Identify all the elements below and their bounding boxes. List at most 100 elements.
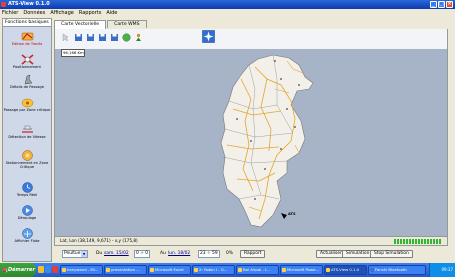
progress-segment: [430, 239, 432, 244]
export-icon[interactable]: [98, 33, 107, 42]
sidebar-item-label: Stationnement en Zone Critique: [5, 161, 49, 169]
stop-simulation-button[interactable]: Stop Simulation: [370, 250, 413, 258]
menu-bar: Fichier Données Affichage Rapports Aide: [0, 9, 455, 17]
menu-donnees[interactable]: Données: [23, 9, 45, 17]
menu-aide[interactable]: Aide: [106, 9, 117, 17]
quicklaunch-media-icon[interactable]: [52, 266, 58, 273]
map-canvas[interactable]: 96,166 Km ATS: [54, 49, 448, 236]
task-label: Bal Airpal - I...: [243, 267, 270, 272]
progress-segment: [427, 239, 429, 244]
progress-segment: [433, 239, 435, 244]
task-icon: [194, 268, 198, 272]
task-item[interactable]: X: Robin I - G...: [192, 265, 235, 275]
sidebar-item-deroulage[interactable]: Déroulage: [3, 205, 51, 220]
to-date: lun. 18/02: [168, 251, 191, 256]
task-item[interactable]: Bal Airpal - I...: [236, 265, 279, 275]
save-as-icon[interactable]: [86, 33, 95, 42]
tab-carte-vectorielle[interactable]: Carte Vectorielle: [54, 20, 107, 29]
clock[interactable]: 09:37: [441, 267, 453, 272]
progress-segment: [415, 239, 417, 244]
to-label: Au: [160, 251, 166, 256]
task-icon: [150, 268, 154, 272]
task-item[interactable]: Fenshi Bluetooth: [368, 265, 426, 275]
simulation-bar: Peultue ▼ Du sam. 15/02 0 ÷ 0 Au lun. 18…: [54, 249, 448, 260]
menu-rapports[interactable]: Rapports: [79, 9, 101, 17]
route-edit-icon: [21, 32, 33, 41]
vehicle-select-value: Peultue: [64, 251, 81, 256]
to-time-spinner[interactable]: 23 ÷ 59: [198, 250, 220, 258]
task-icon: [238, 268, 242, 272]
app-icon: [1, 2, 6, 7]
task-icon: [326, 268, 330, 272]
sidebar-item-label: Affichier Flote: [14, 239, 40, 243]
taskbar: Démarrer hanywand - Mi... presentation .…: [0, 263, 455, 277]
start-button[interactable]: Démarrer: [0, 263, 36, 277]
minimize-button[interactable]: _: [430, 1, 437, 8]
sidebar-item-label: Déroulage: [17, 216, 37, 220]
functions-tabstrip: Fonctions basiques: [0, 17, 52, 26]
system-tray: 09:37: [429, 263, 455, 277]
to-date-picker[interactable]: lun. 18/02: [168, 251, 190, 257]
task-item[interactable]: hanywand - Mi...: [60, 265, 103, 275]
globe-icon[interactable]: [122, 33, 131, 42]
sidebar-item-temps-reel[interactable]: Temps Réel: [3, 182, 51, 197]
vehicle-marker[interactable]: [281, 213, 287, 219]
progress-segment: [403, 239, 405, 244]
sidebar-item-label: Détails de Passage: [10, 85, 44, 89]
sidebar-item-affichier-flote[interactable]: Affichier Flote: [3, 228, 51, 243]
maximize-button[interactable]: □: [438, 1, 445, 8]
task-item[interactable]: Microsoft Excel: [148, 265, 191, 275]
select-tool-icon[interactable]: [61, 33, 70, 42]
task-item[interactable]: presentation ...: [104, 265, 147, 275]
sidebar-item-details-passage[interactable]: Détails de Passage: [3, 74, 51, 89]
progress-segment: [421, 239, 423, 244]
parking-icon: [21, 150, 33, 161]
passage-details-icon: [24, 74, 32, 85]
progress-segment: [418, 239, 420, 244]
task-icon: [62, 268, 66, 272]
progress-segment: [406, 239, 408, 244]
playback-icon: [21, 205, 33, 216]
from-date-picker[interactable]: sam. 15/02: [104, 251, 129, 257]
tunisia-map: [220, 54, 314, 228]
task-label: presentation ...: [111, 267, 140, 272]
task-item-active[interactable]: ATS-View 0.1.0: [324, 265, 367, 275]
percent-readout: 0%: [226, 251, 233, 256]
from-time-spinner[interactable]: 0 ÷ 0: [134, 250, 151, 258]
sidebar-item-stationnement[interactable]: Stationnement en Zone Critique: [3, 150, 51, 169]
tab-carte-wms[interactable]: Carte WMS: [107, 20, 147, 28]
task-item[interactable]: Microsoft Powe...: [280, 265, 323, 275]
sidebar-item-detection-vitesse[interactable]: Détection de Vitesse: [3, 124, 51, 139]
person-icon[interactable]: [134, 33, 143, 42]
vehicle-label: ATS: [288, 212, 296, 216]
print-icon[interactable]: [110, 33, 119, 42]
close-button[interactable]: ×: [446, 1, 453, 8]
progress-segment: [409, 239, 411, 244]
map-toolbar: [54, 29, 448, 49]
quicklaunch-ie-icon[interactable]: [45, 266, 51, 273]
save-icon[interactable]: [74, 33, 83, 42]
sidebar-item-edition-traces[interactable]: Edition de Tracés: [3, 31, 51, 46]
task-icon: [282, 268, 286, 272]
task-icon: [106, 268, 110, 272]
sidebar-item-zone-critique[interactable]: Passage par Zone critique: [3, 97, 51, 112]
sidebar-item-label: Edition de Tracés: [11, 42, 43, 46]
progress-segment: [394, 239, 396, 244]
menu-fichier[interactable]: Fichier: [2, 9, 18, 17]
compass-icon[interactable]: [202, 30, 215, 43]
coordinates-bar: Lat, Lon (38,149, 9,671) - x,y (175,8): [54, 236, 448, 246]
simulation-button[interactable]: Simulation: [342, 250, 374, 258]
vehicle-select[interactable]: Peultue ▼: [62, 250, 88, 258]
menu-affichage[interactable]: Affichage: [50, 9, 74, 17]
from-date: sam. 15/02: [104, 251, 129, 256]
chevron-down-icon[interactable]: ▼: [81, 251, 87, 257]
loading-progress: [394, 239, 441, 244]
progress-segment: [439, 239, 441, 244]
sidebar-item-positionnement[interactable]: Positionnement: [3, 54, 51, 69]
tab-fonctions-basiques[interactable]: Fonctions basiques: [2, 18, 52, 26]
progress-segment: [397, 239, 399, 244]
quicklaunch-folder-icon[interactable]: [38, 266, 44, 273]
rapport-button[interactable]: Rapport: [240, 250, 266, 258]
title-bar: ATS-View 0.1.0 _ □ ×: [0, 0, 455, 9]
bluetooth-icon: [370, 268, 374, 272]
